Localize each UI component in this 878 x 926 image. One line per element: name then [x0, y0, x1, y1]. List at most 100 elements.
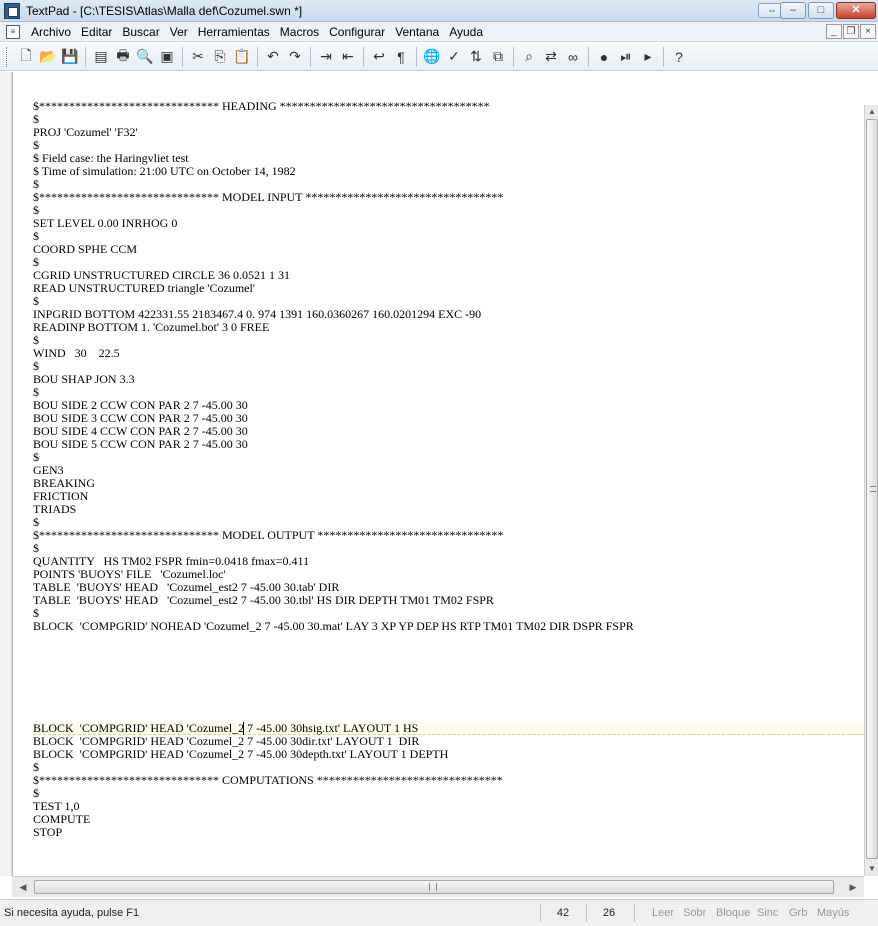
status-block-flag: Bloque — [716, 907, 751, 919]
status-caps-flag: Mayús — [817, 907, 850, 919]
manage-files-icon[interactable]: ▣ — [157, 47, 177, 67]
doc-restore-button[interactable]: ❐ — [843, 24, 859, 39]
scroll-up-arrow-icon[interactable]: ▲ — [865, 105, 878, 119]
toolbar-separator — [85, 46, 86, 67]
close-button[interactable]: ✕ — [836, 2, 876, 19]
toolbar-separator — [257, 46, 258, 67]
indent-icon[interactable]: ⇥ — [316, 47, 336, 67]
toolbar-separator — [416, 46, 417, 67]
status-sync-flag: Sinc — [757, 907, 779, 919]
code-line[interactable]: $ Time of simulation: 21:00 UTC on Octob… — [33, 165, 296, 178]
menu-editar[interactable]: Editar — [76, 23, 117, 41]
compare-icon[interactable]: ⧉ — [488, 47, 508, 67]
document-icon[interactable]: ≡ — [6, 24, 20, 39]
vertical-scroll-thumb[interactable] — [866, 119, 878, 859]
code-line[interactable]: READINP BOTTOM 1. 'Cozumel.bot' 3 0 FREE — [33, 321, 269, 334]
outdent-icon[interactable]: ⇤ — [338, 47, 358, 67]
paragraph-icon[interactable]: ¶ — [391, 47, 411, 67]
scroll-right-arrow-icon[interactable]: ▶ — [846, 880, 860, 894]
horizontal-scroll-thumb[interactable] — [34, 880, 834, 894]
web-icon[interactable]: 🌐 — [422, 47, 442, 67]
status-read-flag: Leer — [652, 907, 675, 919]
toolbar-separator — [588, 46, 589, 67]
toolbar-separator — [310, 46, 311, 67]
doc-minimize-button[interactable]: _ — [826, 24, 842, 39]
code-line[interactable]: READ UNSTRUCTURED triangle 'Cozumel' — [33, 282, 255, 295]
print-preview-icon[interactable]: 🔍 — [135, 47, 155, 67]
play-macro-icon[interactable]: ⏯ — [616, 47, 636, 67]
toolbar: 🗋 📂 💾 ▤ 🖶 🔍 ▣ ✂ ⎘ 📋 ↶ ↷ ⇥ ⇤ ↩ ¶ 🌐 ✓ ⇅ ⧉ … — [0, 43, 878, 71]
window-title: TextPad - [C:\TESIS\Atlas\Malla def\Cozu… — [26, 3, 303, 18]
code-line[interactable]: TRIADS — [33, 503, 76, 516]
toolbar-separator — [182, 46, 183, 67]
document-window-controls: _ ❐ × — [826, 24, 876, 39]
redo-icon[interactable]: ↷ — [285, 47, 305, 67]
status-record-flag: Grb — [789, 907, 808, 919]
save-icon[interactable]: 💾 — [60, 47, 80, 67]
text-editor[interactable]: BLOCK 'COMPGRID' HEAD 'Cozumel_2 7 -45.0… — [12, 72, 864, 876]
toolbar-grip[interactable] — [6, 46, 9, 67]
code-line[interactable]: $****************************** MODEL OU… — [33, 529, 503, 542]
code-line[interactable]: STOP — [33, 826, 62, 839]
replace-icon[interactable]: ⇄ — [541, 47, 561, 67]
paste-icon[interactable]: 📋 — [232, 47, 252, 67]
menu-macros[interactable]: Macros — [275, 23, 324, 41]
undo-icon[interactable]: ↶ — [263, 47, 283, 67]
code-line[interactable]: BOU SHAP JON 3.3 — [33, 373, 135, 386]
code-line[interactable]: $****************************** HEADING … — [33, 100, 490, 113]
code-line[interactable]: BLOCK 'COMPGRID' NOHEAD 'Cozumel_2 7 -45… — [33, 620, 634, 633]
window-controls: – □ ✕ — [780, 2, 876, 19]
print-icon[interactable]: 🖶 — [113, 47, 133, 67]
copy-icon[interactable]: ⎘ — [210, 47, 230, 67]
scroll-grip-icon — [429, 883, 437, 891]
spell-check-icon[interactable]: ✓ — [444, 47, 464, 67]
status-line-number: 42 — [556, 907, 570, 919]
help-icon[interactable]: ? — [669, 47, 689, 67]
find-icon[interactable]: ⌕ — [519, 47, 539, 67]
toolbar-separator — [663, 46, 664, 67]
new-file-icon[interactable]: 🗋 — [16, 47, 36, 67]
code-line[interactable]: BOU SIDE 5 CCW CON PAR 2 7 -45.00 30 — [33, 438, 248, 451]
status-overwrite-flag: Sobr — [683, 907, 707, 919]
code-line[interactable]: SET LEVEL 0.00 INRHOG 0 — [33, 217, 177, 230]
textpad-app-icon[interactable] — [4, 2, 20, 19]
status-divider — [634, 904, 635, 922]
binoculars-icon[interactable]: ∞ — [563, 47, 583, 67]
record-macro-icon[interactable]: ● — [594, 47, 614, 67]
menu-ver[interactable]: Ver — [165, 23, 193, 41]
document-properties-icon[interactable]: ▤ — [91, 47, 111, 67]
status-bar: Si necesita ayuda, pulse F1 42 26 Leer S… — [0, 899, 878, 926]
play-icon[interactable]: ▸ — [638, 47, 658, 67]
horizontal-scrollbar[interactable]: ◀ ▶ — [12, 876, 864, 897]
toolbar-separator — [363, 46, 364, 67]
code-line[interactable]: PROJ 'Cozumel' 'F32' — [33, 126, 138, 139]
menu-ventana[interactable]: Ventana — [390, 23, 444, 41]
code-line[interactable]: TABLE 'BUOYS' HEAD 'Cozumel_est2 7 -45.0… — [33, 594, 494, 607]
code-line[interactable]: WIND 30 22.5 — [33, 347, 120, 360]
menu-configurar[interactable]: Configurar — [324, 23, 390, 41]
toolbar-separator — [513, 46, 514, 67]
status-divider — [540, 904, 541, 922]
cut-icon[interactable]: ✂ — [188, 47, 208, 67]
scroll-grip-icon — [870, 486, 876, 492]
menu-archivo[interactable]: Archivo — [26, 23, 76, 41]
maximize-button[interactable]: □ — [808, 2, 834, 19]
editor-gutter[interactable] — [0, 72, 12, 876]
menu-ayuda[interactable]: Ayuda — [444, 23, 488, 41]
doc-close-button[interactable]: × — [860, 24, 876, 39]
menu-buscar[interactable]: Buscar — [117, 23, 164, 41]
menu-bar: ≡ Archivo Editar Buscar Ver Herramientas… — [0, 22, 878, 42]
code-line[interactable]: $****************************** COMPUTAT… — [33, 774, 503, 787]
code-line[interactable]: COORD SPHE CCM — [33, 243, 137, 256]
code-line[interactable]: $****************************** MODEL IN… — [33, 191, 503, 204]
title-bar[interactable]: TextPad - [C:\TESIS\Atlas\Malla def\Cozu… — [0, 0, 878, 22]
vertical-scrollbar[interactable]: ▲ ▼ — [864, 105, 878, 876]
scroll-left-arrow-icon[interactable]: ◀ — [16, 880, 30, 894]
code-line[interactable]: BLOCK 'COMPGRID' HEAD 'Cozumel_2 7 -45.0… — [33, 748, 448, 761]
menu-herramientas[interactable]: Herramientas — [193, 23, 275, 41]
scroll-down-arrow-icon[interactable]: ▼ — [865, 862, 878, 876]
minimize-button[interactable]: – — [780, 2, 806, 19]
sort-icon[interactable]: ⇅ — [466, 47, 486, 67]
open-folder-icon[interactable]: 📂 — [38, 47, 58, 67]
word-wrap-icon[interactable]: ↩ — [369, 47, 389, 67]
